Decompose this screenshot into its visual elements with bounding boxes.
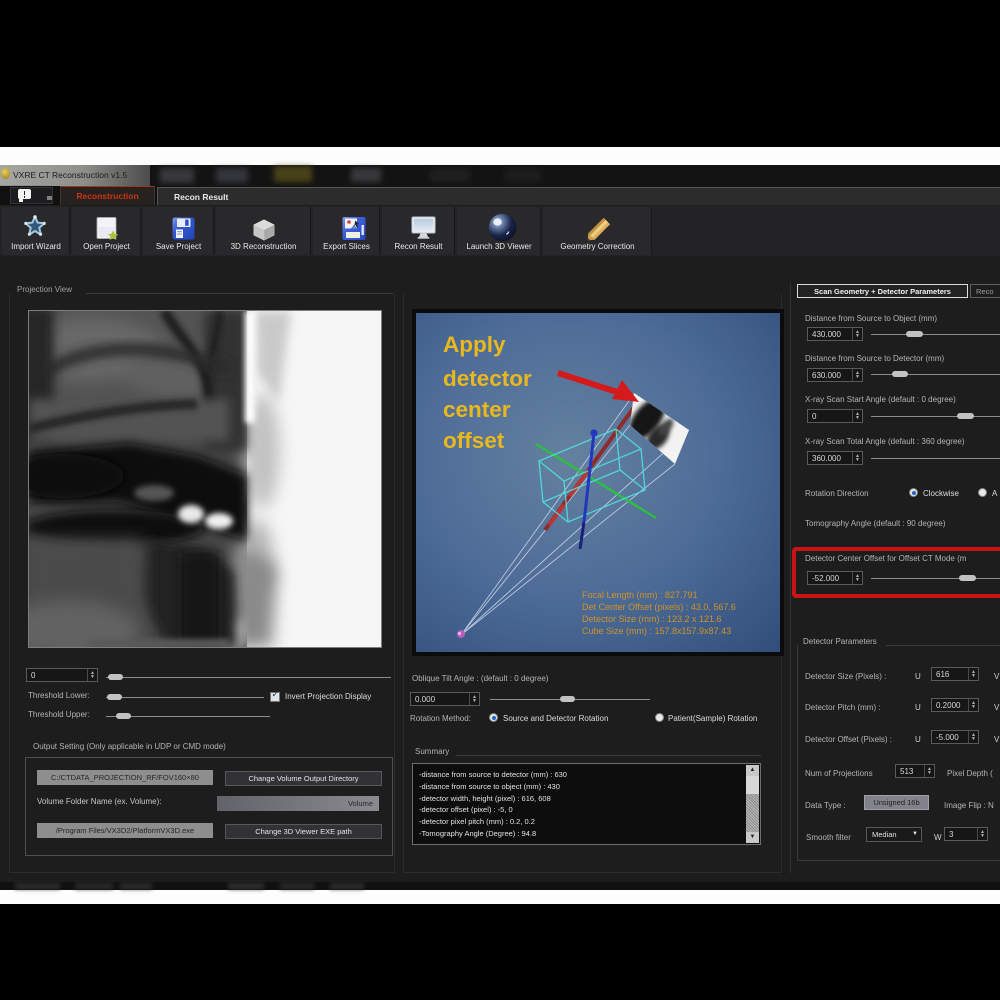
svg-text:Detector Size (mm) : 123.2 x 1: Detector Size (mm) : 123.2 x 121.6 xyxy=(582,614,722,624)
svg-text:offset: offset xyxy=(443,428,505,453)
svg-text:Apply: Apply xyxy=(443,332,506,357)
svg-text:detector: detector xyxy=(443,366,532,391)
svg-text:Focal Length (mm) : 827.791: Focal Length (mm) : 827.791 xyxy=(582,590,698,600)
svg-text:center: center xyxy=(443,397,511,422)
svg-text:Cube Size (mm) : 157.8x157.9x8: Cube Size (mm) : 157.8x157.9x87.43 xyxy=(582,626,731,636)
svg-text:Det Center Offset (pixels) : 4: Det Center Offset (pixels) : 43.0, 567.6 xyxy=(582,602,736,612)
